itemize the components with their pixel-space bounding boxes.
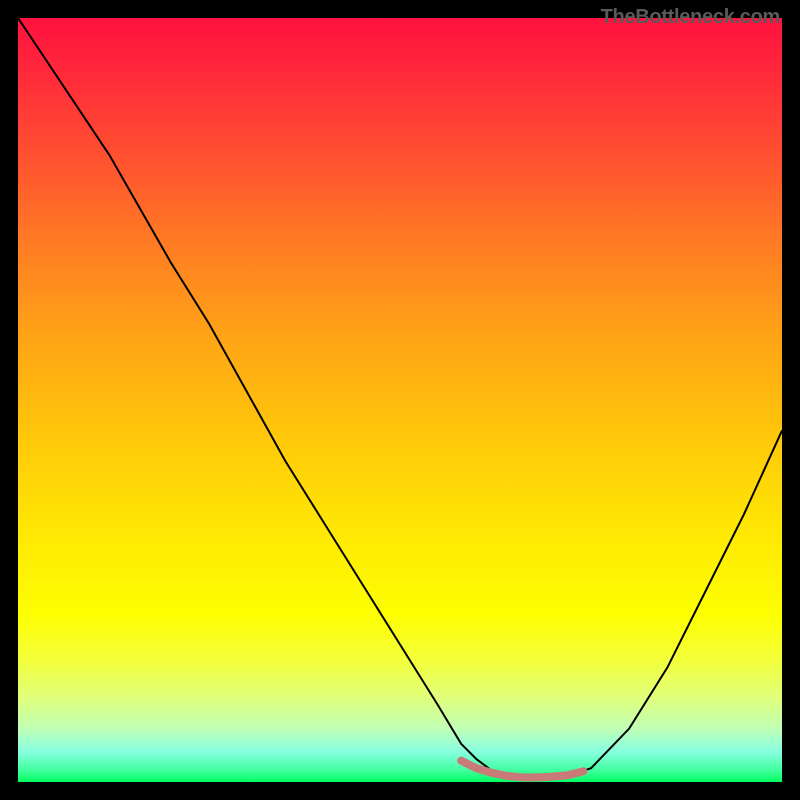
chart-svg xyxy=(18,18,782,782)
watermark-text: TheBottleneck.com xyxy=(601,6,780,29)
optimal-plateau-highlight xyxy=(461,761,583,778)
chart-container: TheBottleneck.com xyxy=(0,0,800,800)
plot-area xyxy=(18,18,782,782)
bottleneck-curve xyxy=(18,18,782,777)
